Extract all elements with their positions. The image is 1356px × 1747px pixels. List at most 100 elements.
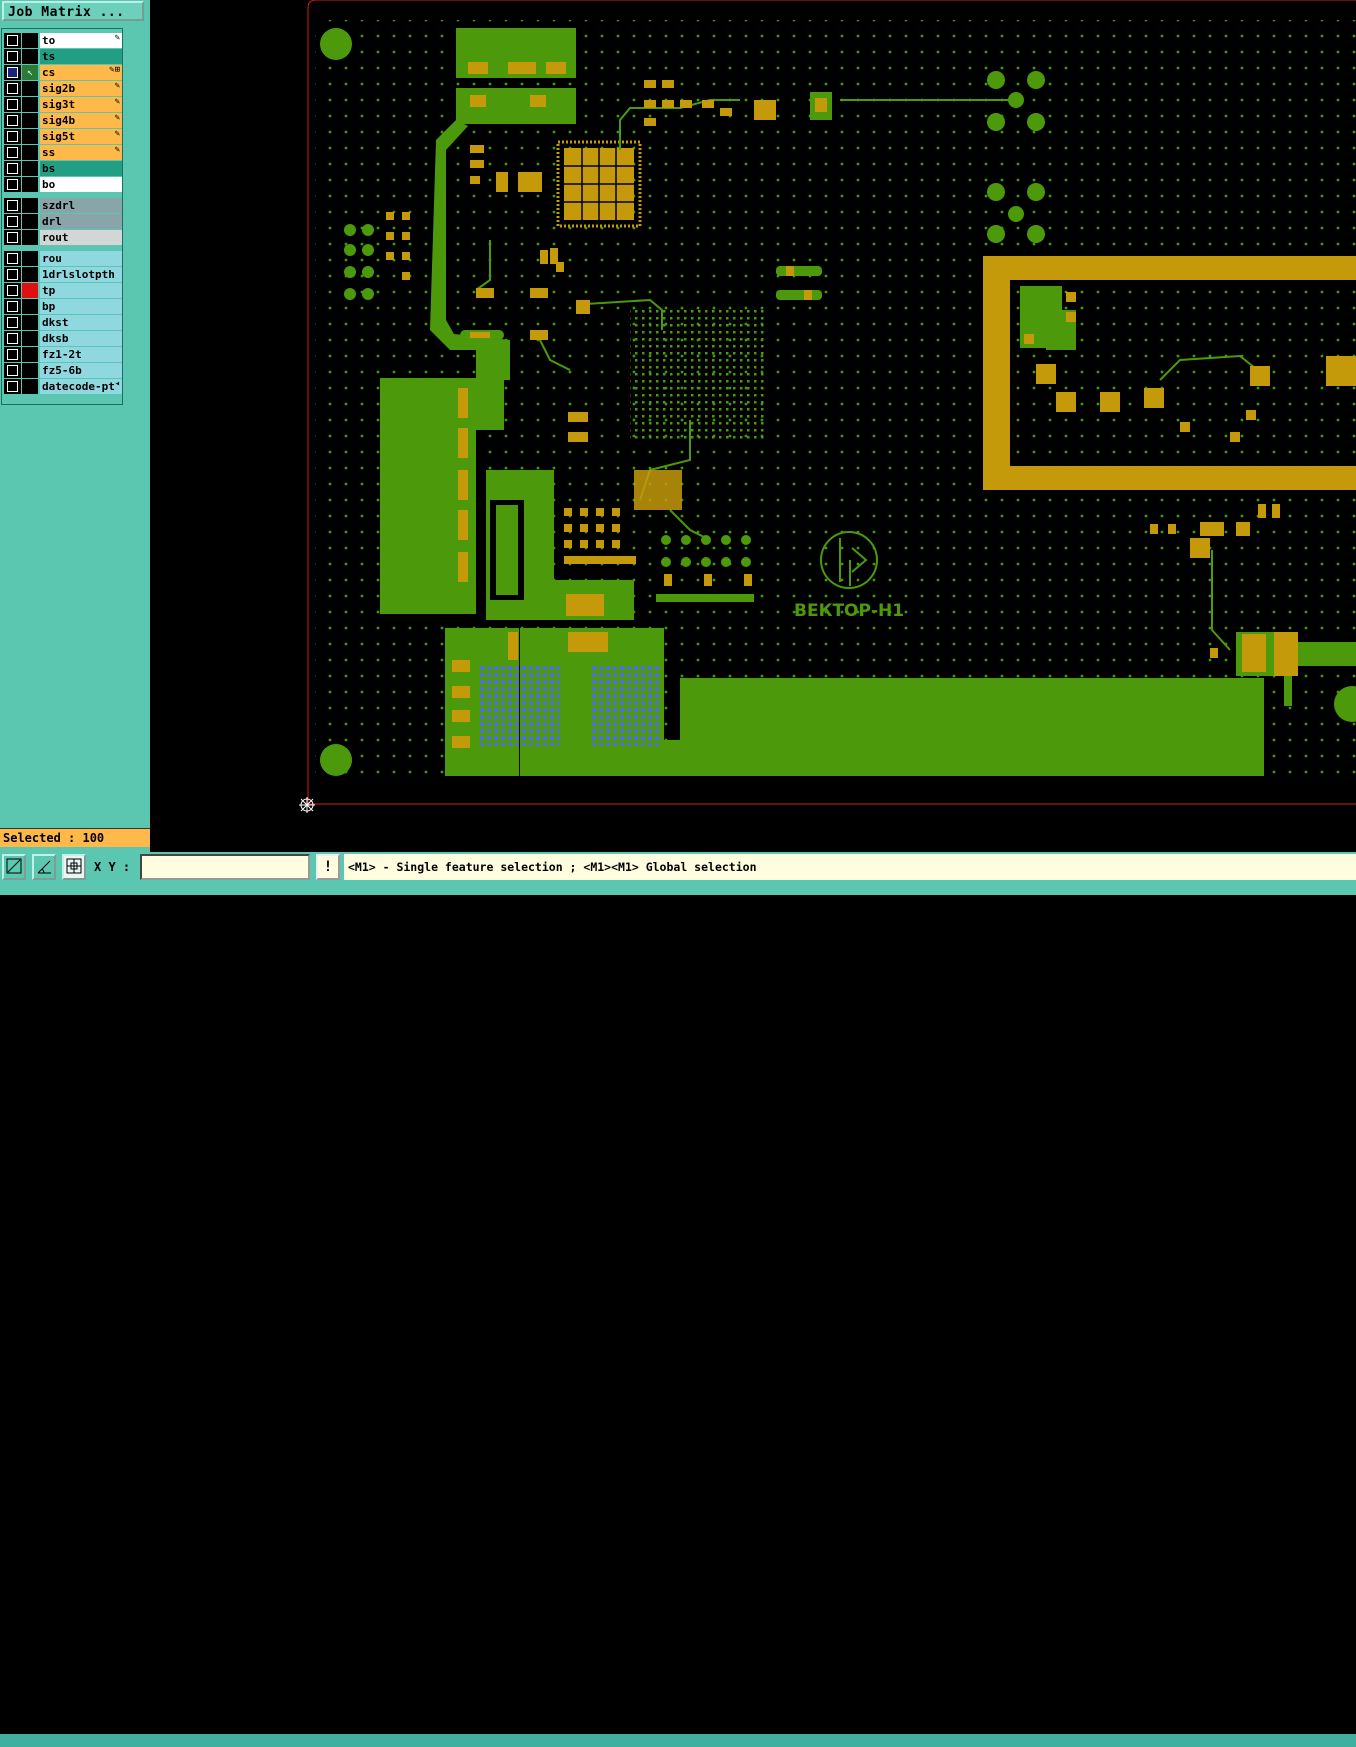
layer-select-cell[interactable] bbox=[4, 81, 21, 96]
measure-button[interactable] bbox=[32, 854, 56, 880]
layer-checkbox[interactable] bbox=[7, 115, 18, 126]
layer-checkbox[interactable] bbox=[7, 51, 18, 62]
layer-checkbox[interactable] bbox=[7, 200, 18, 211]
layer-row-to[interactable]: to ✎ bbox=[4, 33, 122, 48]
layer-affected-cell[interactable] bbox=[22, 81, 38, 96]
layer-affected-cell[interactable] bbox=[22, 214, 38, 229]
layer-affected-cell[interactable] bbox=[22, 145, 38, 160]
zoom-fit-button[interactable] bbox=[2, 854, 26, 880]
layer-affected-cell[interactable] bbox=[22, 299, 38, 314]
xy-input[interactable] bbox=[140, 854, 310, 880]
layer-name[interactable]: szdrl bbox=[40, 198, 122, 213]
layer-row-tp[interactable]: tp bbox=[4, 283, 122, 298]
layer-affected-cell[interactable] bbox=[22, 251, 38, 266]
layer-select-cell[interactable] bbox=[4, 65, 21, 80]
layer-select-cell[interactable] bbox=[4, 315, 21, 330]
layer-affected-cell[interactable] bbox=[22, 331, 38, 346]
pcb-drawing[interactable]: ВЕКТОР-Н1 bbox=[150, 0, 1356, 852]
layer-select-cell[interactable] bbox=[4, 161, 21, 176]
layer-checkbox[interactable] bbox=[7, 317, 18, 328]
layer-affected-cell[interactable] bbox=[22, 230, 38, 245]
layer-affected-cell[interactable] bbox=[22, 113, 38, 128]
layer-select-cell[interactable] bbox=[4, 198, 21, 213]
layer-checkbox[interactable] bbox=[7, 333, 18, 344]
layer-affected-cell[interactable] bbox=[22, 347, 38, 362]
layer-row-dksb[interactable]: dksb bbox=[4, 331, 122, 346]
layer-name[interactable]: 1drlslotpth bbox=[40, 267, 122, 282]
layer-select-cell[interactable] bbox=[4, 113, 21, 128]
layer-select-cell[interactable] bbox=[4, 33, 21, 48]
layer-row-rou[interactable]: rou bbox=[4, 251, 122, 266]
layer-name[interactable]: fz5-6b bbox=[40, 363, 122, 378]
layer-select-cell[interactable] bbox=[4, 251, 21, 266]
layer-checkbox[interactable] bbox=[7, 99, 18, 110]
layer-row-sig5t[interactable]: sig5t ✎ bbox=[4, 129, 122, 144]
layer-affected-cell[interactable] bbox=[22, 198, 38, 213]
layer-affected-cell[interactable] bbox=[22, 129, 38, 144]
layer-row-bp[interactable]: bp bbox=[4, 299, 122, 314]
layer-row-sig4b[interactable]: sig4b ✎ bbox=[4, 113, 122, 128]
layer-select-cell[interactable] bbox=[4, 363, 21, 378]
pcb-canvas[interactable]: ВЕКТОР-Н1 bbox=[150, 0, 1356, 852]
layer-row-sig3t[interactable]: sig3t ✎ bbox=[4, 97, 122, 112]
layer-select-cell[interactable] bbox=[4, 331, 21, 346]
layer-checkbox[interactable] bbox=[7, 179, 18, 190]
layer-select-cell[interactable] bbox=[4, 267, 21, 282]
layer-select-cell[interactable] bbox=[4, 283, 21, 298]
layer-row-cs[interactable]: ↖ cs ✎⊞ bbox=[4, 65, 122, 80]
layer-name[interactable]: tp bbox=[40, 283, 122, 298]
layer-row-dkst[interactable]: dkst bbox=[4, 315, 122, 330]
layer-checkbox[interactable] bbox=[7, 232, 18, 243]
layer-checkbox[interactable] bbox=[7, 349, 18, 360]
layer-affected-cell[interactable] bbox=[22, 363, 38, 378]
layer-affected-cell[interactable] bbox=[22, 177, 38, 192]
layer-name[interactable]: bo bbox=[40, 177, 122, 192]
layer-affected-cell[interactable] bbox=[22, 49, 38, 64]
layer-name[interactable]: dkst bbox=[40, 315, 122, 330]
layer-name[interactable]: sig4b bbox=[40, 113, 122, 128]
active-layer-arrow-icon[interactable]: ↖ bbox=[22, 65, 38, 80]
layer-checkbox[interactable] bbox=[7, 67, 18, 78]
layer-row-rout[interactable]: rout bbox=[4, 230, 122, 245]
layer-checkbox[interactable] bbox=[7, 253, 18, 264]
layer-affected-cell[interactable] bbox=[22, 161, 38, 176]
layer-row-sig2b[interactable]: sig2b ✎ bbox=[4, 81, 122, 96]
layer-select-cell[interactable] bbox=[4, 230, 21, 245]
layer-row-fz5-6b[interactable]: fz5-6b bbox=[4, 363, 122, 378]
layer-affected-cell[interactable] bbox=[22, 315, 38, 330]
layer-name[interactable]: bs bbox=[40, 161, 122, 176]
layer-row-bo[interactable]: bo bbox=[4, 177, 122, 192]
layer-name[interactable]: to bbox=[40, 33, 122, 48]
warning-button[interactable]: ! bbox=[316, 854, 340, 880]
layer-row-szdrl[interactable]: szdrl bbox=[4, 198, 122, 213]
layer-name[interactable]: sig3t bbox=[40, 97, 122, 112]
layer-row-1drlslotpth[interactable]: 1drlslotpth bbox=[4, 267, 122, 282]
layer-select-cell[interactable] bbox=[4, 49, 21, 64]
layer-checkbox[interactable] bbox=[7, 381, 18, 392]
job-matrix-button[interactable]: Job Matrix ... bbox=[2, 1, 144, 21]
layer-row-ss[interactable]: ss ✎ bbox=[4, 145, 122, 160]
layer-name[interactable]: fz1-2t bbox=[40, 347, 122, 362]
layer-checkbox[interactable] bbox=[7, 131, 18, 142]
layer-checkbox[interactable] bbox=[7, 216, 18, 227]
layer-name[interactable]: sig5t bbox=[40, 129, 122, 144]
layer-select-cell[interactable] bbox=[4, 97, 21, 112]
layer-name[interactable]: rou bbox=[40, 251, 122, 266]
layer-select-cell[interactable] bbox=[4, 214, 21, 229]
layer-affected-cell[interactable] bbox=[22, 97, 38, 112]
layer-checkbox[interactable] bbox=[7, 285, 18, 296]
layer-name[interactable]: drl bbox=[40, 214, 122, 229]
layer-select-cell[interactable] bbox=[4, 145, 21, 160]
layer-affected-cell[interactable] bbox=[22, 33, 38, 48]
layer-checkbox[interactable] bbox=[7, 301, 18, 312]
layer-select-cell[interactable] bbox=[4, 177, 21, 192]
layer-row-fz1-2t[interactable]: fz1-2t bbox=[4, 347, 122, 362]
layer-checkbox[interactable] bbox=[7, 147, 18, 158]
layer-checkbox[interactable] bbox=[7, 365, 18, 376]
layer-affected-cell[interactable] bbox=[22, 267, 38, 282]
layer-name[interactable]: bp bbox=[40, 299, 122, 314]
layer-select-cell[interactable] bbox=[4, 129, 21, 144]
snap-grid-button[interactable] bbox=[62, 854, 86, 880]
layer-affected-cell[interactable] bbox=[22, 283, 38, 298]
layer-name[interactable]: sig2b bbox=[40, 81, 122, 96]
